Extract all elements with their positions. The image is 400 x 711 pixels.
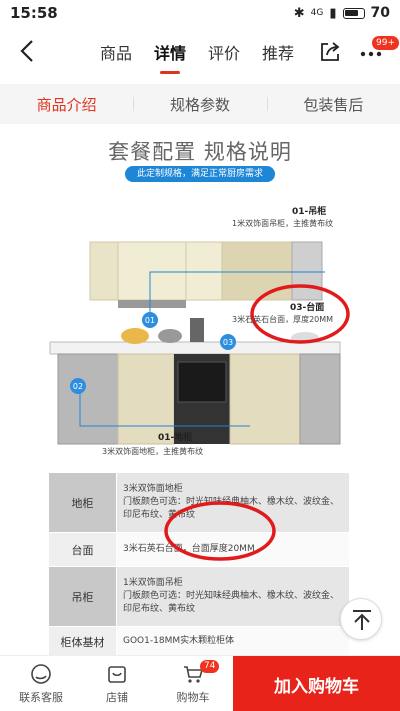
callout-base-cabinet-text: 3米双饰面地柜，主推黄布纹 bbox=[102, 447, 204, 456]
tab-reviews[interactable]: 评价 bbox=[208, 40, 240, 64]
red-annotation-circle-table bbox=[164, 501, 276, 561]
spec-key: 吊柜 bbox=[48, 566, 117, 627]
subtab-intro[interactable]: 商品介绍 bbox=[0, 94, 133, 115]
top-nav: 商品 详情 评价 推荐 99+ bbox=[0, 26, 400, 78]
marker-03: 03 bbox=[223, 338, 233, 347]
signal-icon: ▮ bbox=[329, 5, 337, 21]
spec-key: 地柜 bbox=[48, 472, 117, 533]
spec-row: 柜体基材 GOO1-18MM实木颗粒柜体 bbox=[48, 626, 350, 655]
tab-product[interactable]: 商品 bbox=[100, 40, 132, 64]
spec-key: 柜体基材 bbox=[48, 626, 117, 655]
customer-service-label: 联系客服 bbox=[19, 691, 63, 704]
shop-label: 店铺 bbox=[106, 691, 128, 704]
network-label: 4G bbox=[310, 8, 324, 18]
kitchen-illustration: 01 02 03 bbox=[49, 241, 350, 445]
share-icon[interactable] bbox=[318, 40, 342, 64]
back-icon[interactable] bbox=[14, 36, 44, 66]
battery-level: 70 bbox=[370, 5, 390, 21]
tab-recommend[interactable]: 推荐 bbox=[262, 40, 294, 64]
callout-wall-cabinet-text: 1米双饰面吊柜，主推黄布纹 bbox=[232, 219, 334, 228]
section-ribbon: 此定制规格，满足正常厨房需求 bbox=[125, 166, 275, 182]
subtab-after-sale[interactable]: 包装售后 bbox=[266, 94, 400, 115]
detail-content: 套餐配置 规格说明 此定制规格，满足正常厨房需求 01 02 03 01-吊柜 … bbox=[0, 124, 400, 655]
service-icon bbox=[31, 664, 51, 684]
callout-countertop-title: 03-台面 bbox=[290, 303, 325, 313]
battery-icon bbox=[342, 7, 365, 19]
customer-service-button[interactable]: 联系客服 bbox=[6, 662, 76, 705]
subtab-specs[interactable]: 规格参数 bbox=[133, 94, 266, 115]
spec-key: 台面 bbox=[48, 532, 117, 567]
arrow-up-icon bbox=[353, 610, 371, 630]
shop-button[interactable]: 店铺 bbox=[82, 662, 152, 705]
cart-button[interactable]: 74 购物车 bbox=[158, 660, 228, 705]
cart-label: 购物车 bbox=[176, 691, 210, 704]
status-time: 15:58 bbox=[10, 4, 58, 22]
spec-value: 1米双饰面吊柜 门板颜色可选：时光知味经典柚木、橡木纹、波纹金、 印尼布纹、黄布… bbox=[116, 566, 350, 627]
section-title: 套餐配置 规格说明 bbox=[108, 140, 292, 164]
marker-02: 02 bbox=[73, 382, 83, 391]
back-to-top-button[interactable] bbox=[340, 598, 382, 640]
spec-row: 吊柜 1米双饰面吊柜 门板颜色可选：时光知味经典柚木、橡木纹、波纹金、 印尼布纹… bbox=[48, 566, 350, 627]
status-bar: 15:58 ✱ 4G ▮ 70 bbox=[0, 0, 400, 26]
callout-wall-cabinet-title: 01-吊柜 bbox=[292, 207, 327, 217]
message-badge: 99+ bbox=[372, 36, 399, 50]
nav-tabs: 商品 详情 评价 推荐 bbox=[100, 26, 294, 78]
add-to-cart-button[interactable]: 加入购物车 bbox=[233, 656, 400, 711]
bluetooth-icon: ✱ bbox=[293, 5, 305, 21]
callout-countertop-text: 3米石英石台面，厚度20MM bbox=[232, 315, 334, 324]
callout-base-cabinet-title: 01-地柜 bbox=[158, 433, 193, 443]
cart-badge: 74 bbox=[200, 660, 220, 673]
shop-icon bbox=[108, 666, 126, 683]
detail-subtabs: 商品介绍 规格参数 包装售后 bbox=[0, 84, 400, 124]
marker-01-top: 01 bbox=[145, 316, 155, 325]
spec-value: GOO1-18MM实木颗粒柜体 bbox=[116, 626, 350, 655]
tab-details[interactable]: 详情 bbox=[154, 40, 186, 74]
status-icons: ✱ 4G ▮ 70 bbox=[294, 5, 390, 21]
bottom-action-bar: 联系客服 店铺 74 购物车 加入购物车 bbox=[0, 655, 400, 711]
